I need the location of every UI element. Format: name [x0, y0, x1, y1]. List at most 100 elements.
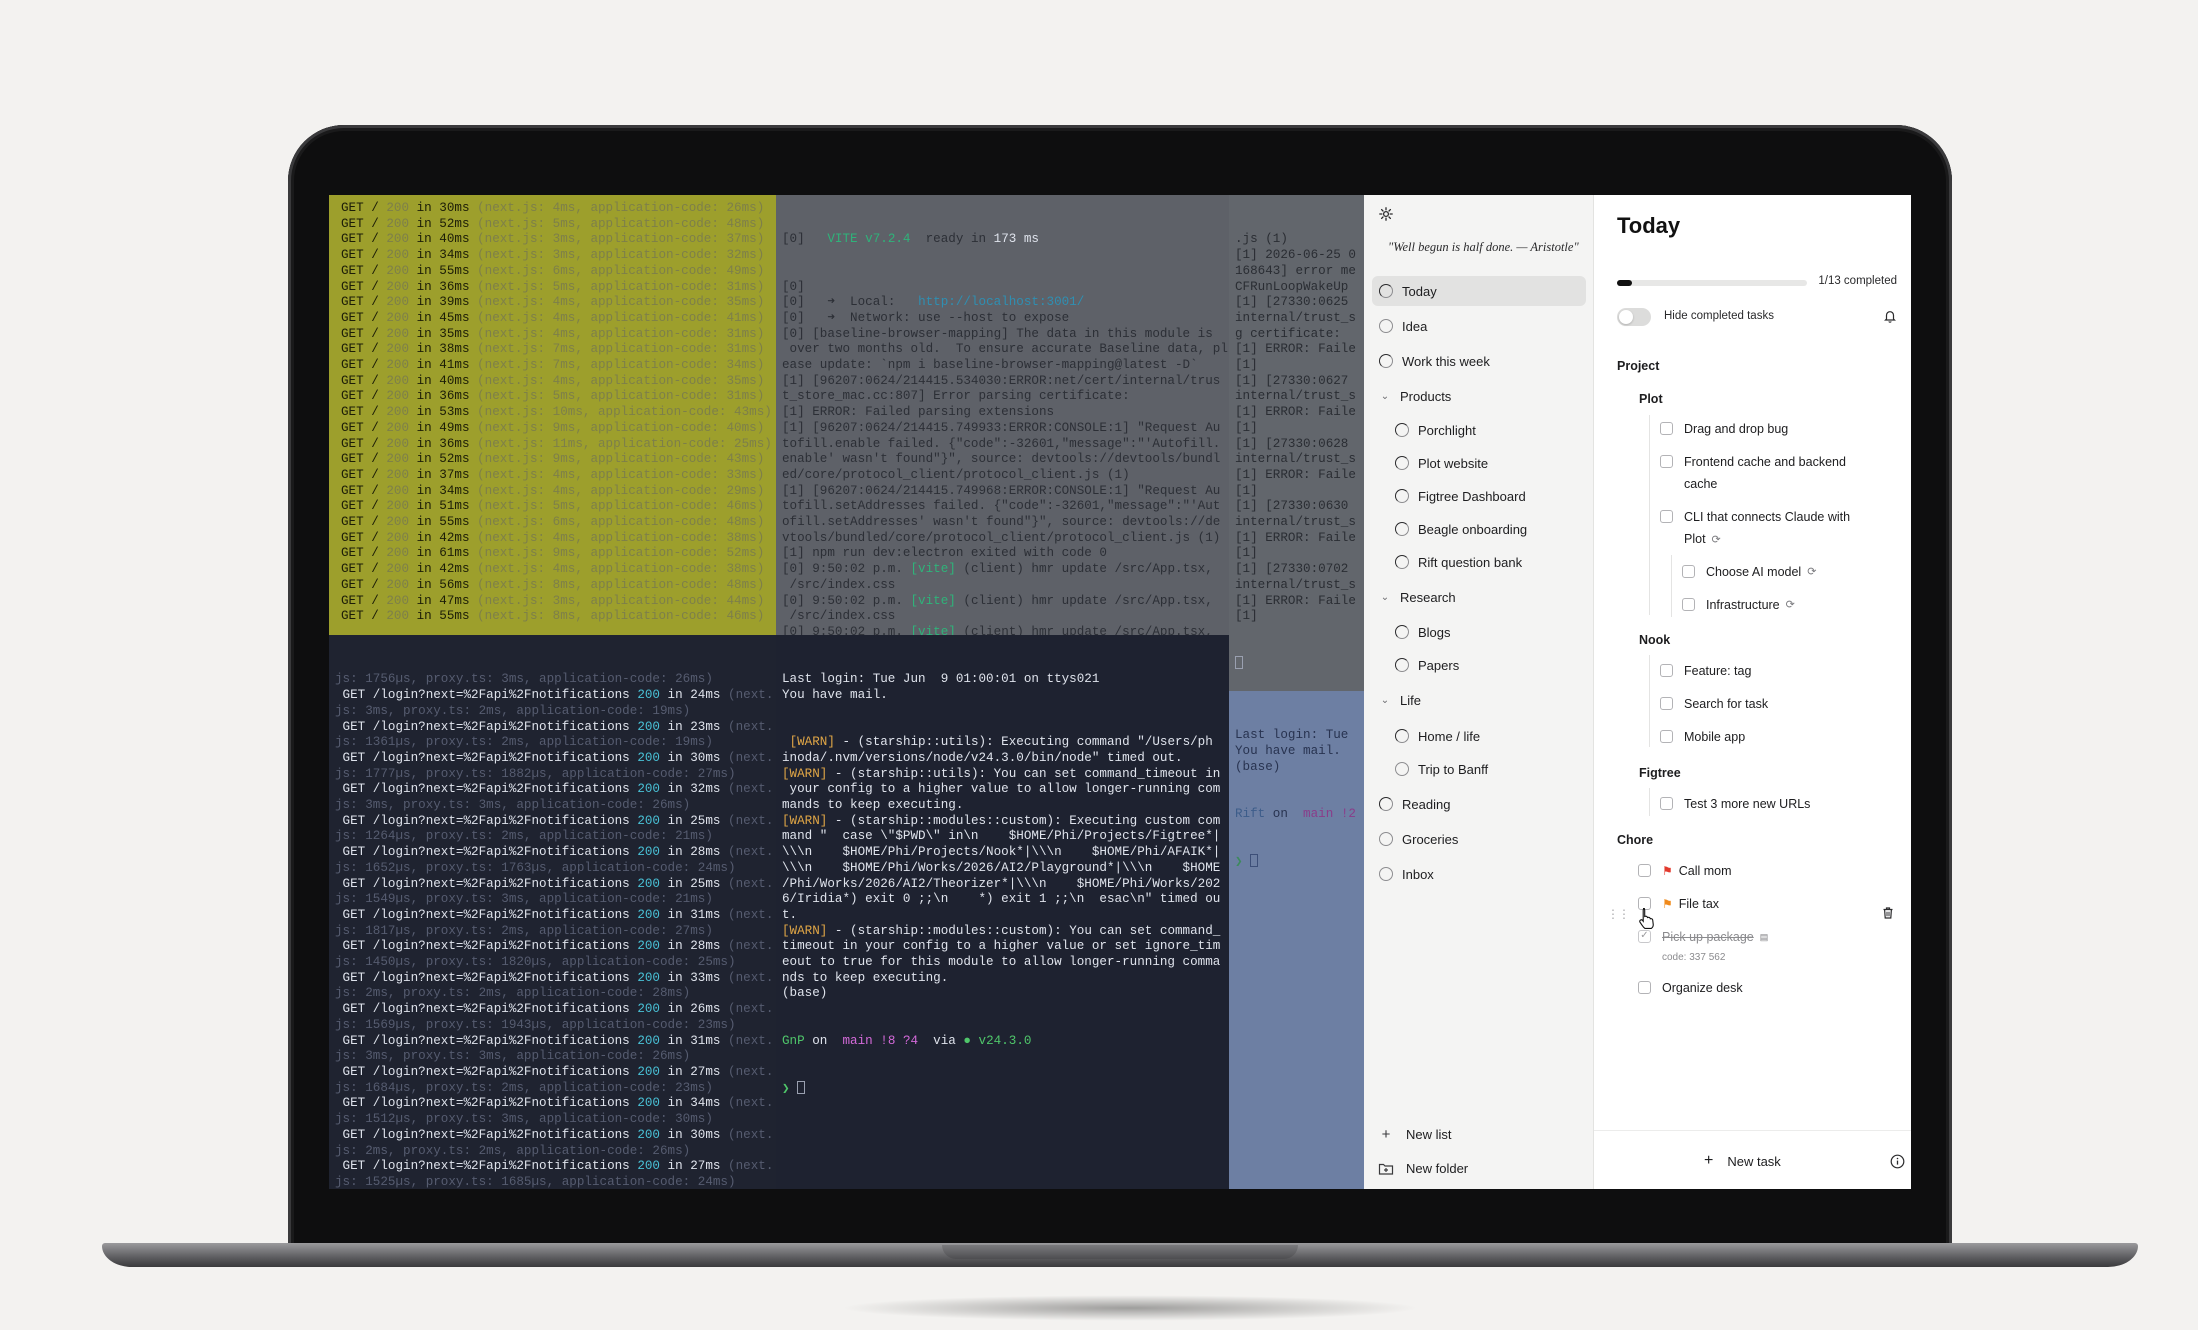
terminal-pane-electron-errors[interactable]: .js (1) [1] 2026-06-25 0 168643] error me C… [1229, 195, 1369, 691]
terminal-text: GET / [341, 420, 387, 435]
sidebar-folder-life[interactable]: ⌄ Life [1372, 686, 1421, 714]
bell-icon[interactable] [1883, 309, 1897, 323]
task-item[interactable]: Frontend cache and backend cache [1660, 451, 1864, 495]
task-item[interactable]: Feature: tag [1660, 660, 1751, 682]
task-checkbox[interactable] [1638, 981, 1651, 994]
task-item[interactable]: Drag and drop bug [1660, 418, 1788, 440]
screen: GET / 200 in 30ms (next.js: 4ms, applica… [329, 195, 1911, 1189]
terminal-line: GET /login?next=%2Fapi%2Fnotifications 2… [335, 1159, 774, 1175]
sidebar-item-papers[interactable]: Papers [1372, 650, 1586, 680]
status-code: 200 [386, 499, 410, 514]
terminal-pane-rift[interactable]: Last login: Tue You have mail. (base) Rift… [1229, 691, 1369, 1189]
task-checkbox[interactable] [1638, 864, 1651, 877]
terminal-line: tofill.enable failed. {"code":-32601,"me… [782, 436, 1221, 451]
terminal-line: internal/trust_s [1235, 452, 1356, 467]
sidebar-folder-products[interactable]: ⌄ Products [1372, 382, 1452, 410]
info-icon[interactable] [1890, 1154, 1905, 1169]
terminal-pane-shell[interactable]: Last login: Tue Jun 9 01:00:01 on ttys02… [776, 635, 1229, 1189]
terminal-line [782, 704, 1223, 720]
task-item[interactable]: Choose AI model ⟳ [1682, 561, 1816, 583]
terminal-line: internal/trust_s [1235, 310, 1356, 325]
task-item[interactable]: Mobile app [1660, 726, 1745, 748]
terminal-text: GET / [341, 452, 387, 467]
terminal-text: (next.js: 10ms, application-code: 43ms) [477, 405, 772, 420]
sidebar-item-today[interactable]: Today [1372, 276, 1586, 306]
new-list-button[interactable]: + New list [1378, 1126, 1452, 1143]
task-item[interactable]: ⚑ Call mom [1638, 860, 1732, 882]
sidebar-item-figtree-dashboard[interactable]: Figtree Dashboard [1372, 481, 1586, 511]
status-code: 200 [637, 907, 660, 922]
terminal-line: nds to keep executing. [782, 971, 1223, 987]
sidebar-item-trip-to-banff[interactable]: Trip to Banff [1372, 754, 1586, 784]
terminal-text: (next. [728, 939, 774, 954]
task-item[interactable]: Test 3 more new URLs [1660, 793, 1810, 815]
gear-icon[interactable] [1378, 206, 1394, 222]
sidebar-item-porchlight[interactable]: Porchlight [1372, 415, 1586, 445]
task-item-completed[interactable]: ✓ Pick up package ▤ [1638, 926, 1768, 948]
sidebar-item-reading[interactable]: Reading [1372, 789, 1586, 819]
task-checkbox[interactable] [1660, 797, 1673, 810]
terminal-line: GET / 200 in 56ms (next.js: 8ms, applica… [341, 578, 770, 594]
terminal-text: mand " case \"$PWD\" in\n $HOME/Phi/Proj… [782, 829, 1221, 844]
terminal-line: over two months old. To ensure accurate … [782, 342, 1228, 357]
subtask-link-icon: ⟳ [1807, 566, 1817, 578]
sidebar-item-inbox[interactable]: Inbox [1372, 859, 1586, 889]
terminal-text: (client) hmr update /src/App.tsx, [955, 562, 1213, 577]
new-task-button[interactable]: + New task [1704, 1152, 1781, 1170]
task-checkbox-checked[interactable]: ✓ [1638, 930, 1651, 943]
sidebar-item-blogs[interactable]: Blogs [1372, 617, 1586, 647]
task-item[interactable]: Infrastructure ⟳ [1682, 594, 1795, 616]
task-checkbox[interactable] [1660, 730, 1673, 743]
status-code: 200 [386, 452, 410, 467]
terminal-line: GET / 200 in 53ms (next.js: 10ms, applic… [341, 405, 772, 421]
sidebar-item-beagle-onboarding[interactable]: Beagle onboarding [1372, 514, 1586, 544]
warn-tag: [WARN] [782, 766, 828, 781]
terminal-line: vtools/bundled/core/protocol_client/prot… [782, 530, 1221, 545]
terminal-line: [WARN] - (starship::utils): Executing co… [782, 735, 1223, 751]
sidebar-item-plot-website[interactable]: Plot website [1372, 448, 1586, 478]
terminal-line: GET / 200 in 37ms (next.js: 4ms, applica… [341, 468, 770, 484]
progress-circle-icon [1395, 729, 1409, 743]
terminal-text: in 53ms [409, 405, 478, 420]
terminal-pane-vite-electron[interactable]: [0] VITE v7.2.4 ready in 173 ms [0] [0] ➜… [776, 195, 1229, 635]
task-checkbox[interactable] [1682, 565, 1695, 578]
hide-completed-toggle[interactable] [1617, 308, 1651, 326]
sidebar-item-work-this-week[interactable]: Work this week [1372, 346, 1586, 376]
terminal-text: GET /login?next=%2Fapi%2Fnotifications [335, 907, 638, 922]
new-folder-button[interactable]: New folder [1378, 1161, 1468, 1176]
terminal-pane-login-logs[interactable]: js: 1756µs, proxy.ts: 3ms, application-c… [329, 635, 776, 1189]
terminal-line: You have mail. [1235, 744, 1341, 759]
terminal-line: [1] npm run dev:electron exited with cod… [782, 546, 1107, 561]
task-checkbox[interactable] [1660, 664, 1673, 677]
terminal-line: [WARN] - (starship::utils): You can set … [782, 767, 1223, 783]
status-code: 200 [386, 248, 410, 263]
task-item[interactable]: Search for task [1660, 693, 1768, 715]
terminal-pane-nextjs-logs[interactable]: GET / 200 in 30ms (next.js: 4ms, applica… [329, 195, 776, 635]
task-checkbox[interactable] [1660, 697, 1673, 710]
sidebar-item-rift-question-bank[interactable]: Rift question bank [1372, 547, 1586, 577]
sidebar-item-home-life[interactable]: Home / life [1372, 721, 1586, 751]
drag-handle-icon[interactable]: ⋮⋮ [1607, 907, 1630, 921]
terminal-line: GET / 200 in 38ms (next.js: 7ms, applica… [341, 342, 770, 358]
task-checkbox[interactable] [1660, 455, 1673, 468]
terminal-line: GET / 200 in 55ms (next.js: 8ms, applica… [341, 609, 770, 625]
terminal-line: g certificate: [1235, 326, 1341, 341]
status-code: 200 [386, 342, 410, 357]
terminal-text: in 31ms [660, 907, 729, 922]
task-checkbox[interactable] [1660, 510, 1673, 523]
status-code: 200 [386, 358, 410, 373]
progress-circle-icon [1395, 625, 1409, 639]
terminal-text: GET / [341, 515, 387, 530]
task-item[interactable]: CLI that connects Claude with Plot ⟳ [1660, 506, 1864, 551]
sidebar-item-groceries[interactable]: Groceries [1372, 824, 1586, 854]
status-code: 200 [637, 876, 660, 891]
sidebar-item-idea[interactable]: Idea [1372, 311, 1586, 341]
trash-icon[interactable] [1881, 906, 1895, 920]
task-checkbox[interactable] [1682, 598, 1695, 611]
task-item[interactable]: Organize desk [1638, 977, 1743, 999]
task-checkbox[interactable] [1660, 422, 1673, 435]
sidebar-folder-research[interactable]: ⌄ Research [1372, 583, 1456, 611]
terminal-line: /Phi/Works/2026/AI2/Theorizer*|\\\n $HOM… [782, 877, 1223, 893]
terminal-text: /Phi/Works/2026/AI2/Theorizer*|\\\n $HOM… [782, 876, 1221, 891]
status-code: 200 [386, 263, 410, 278]
